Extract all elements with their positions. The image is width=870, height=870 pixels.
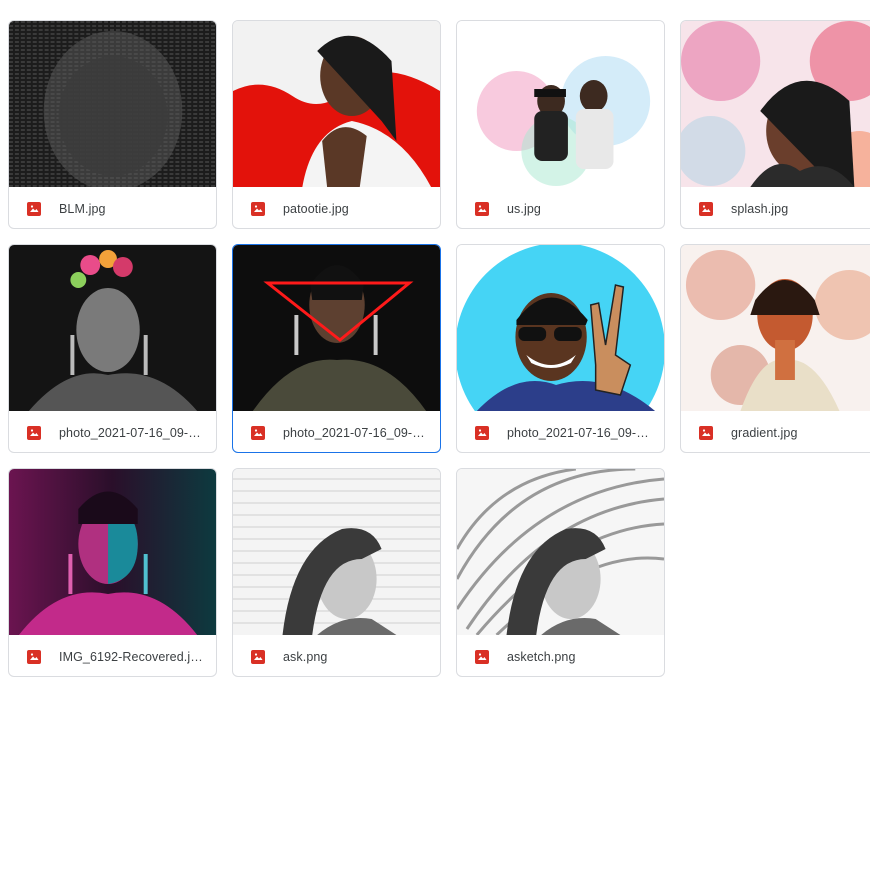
file-card-us[interactable]: us.jpg (456, 20, 665, 229)
file-name: us.jpg (507, 201, 541, 216)
file-card-photo-2[interactable]: photo_2021-07-16_09-47-... (232, 244, 441, 453)
file-card-patootie[interactable]: patootie.jpg (232, 20, 441, 229)
file-name: IMG_6192-Recovered.jpg (59, 649, 205, 664)
image-file-icon (475, 649, 489, 664)
image-file-icon (251, 649, 265, 664)
image-file-icon (27, 649, 41, 664)
file-thumbnail (681, 21, 870, 187)
file-thumbnail (681, 245, 870, 411)
file-name: photo_2021-07-16_09-46-... (507, 425, 664, 440)
file-thumbnail (9, 469, 216, 635)
file-thumbnail (9, 21, 216, 187)
file-card-blm[interactable]: BLM.jpg (8, 20, 217, 229)
file-thumbnail (233, 469, 440, 635)
file-name: gradient.jpg (731, 425, 798, 440)
file-thumbnail (457, 469, 664, 635)
file-name: photo_2021-07-16_09-47-... (59, 425, 216, 440)
file-name: ask.png (283, 649, 328, 664)
file-name: patootie.jpg (283, 201, 349, 216)
file-thumbnail (233, 245, 440, 411)
file-card-photo-3[interactable]: photo_2021-07-16_09-46-... (456, 244, 665, 453)
file-name: asketch.png (507, 649, 576, 664)
file-card-ask[interactable]: ask.png (232, 468, 441, 677)
file-thumbnail (457, 245, 664, 411)
file-thumbnail (233, 21, 440, 187)
file-thumbnail (9, 245, 216, 411)
image-file-icon (699, 425, 713, 440)
file-card-splash[interactable]: splash.jpg (680, 20, 870, 229)
file-card-asketch[interactable]: asketch.png (456, 468, 665, 677)
file-card-photo-1[interactable]: photo_2021-07-16_09-47-... (8, 244, 217, 453)
file-name: BLM.jpg (59, 201, 106, 216)
image-file-icon (699, 201, 713, 216)
image-file-icon (27, 201, 41, 216)
image-file-icon (27, 425, 41, 440)
file-card-gradient[interactable]: gradient.jpg (680, 244, 870, 453)
image-file-icon (251, 201, 265, 216)
image-file-icon (475, 201, 489, 216)
image-file-icon (475, 425, 489, 440)
file-name: photo_2021-07-16_09-47-... (283, 425, 440, 440)
file-thumbnail (457, 21, 664, 187)
file-name: splash.jpg (731, 201, 789, 216)
file-card-img-6192[interactable]: IMG_6192-Recovered.jpg (8, 468, 217, 677)
image-file-icon (251, 425, 265, 440)
